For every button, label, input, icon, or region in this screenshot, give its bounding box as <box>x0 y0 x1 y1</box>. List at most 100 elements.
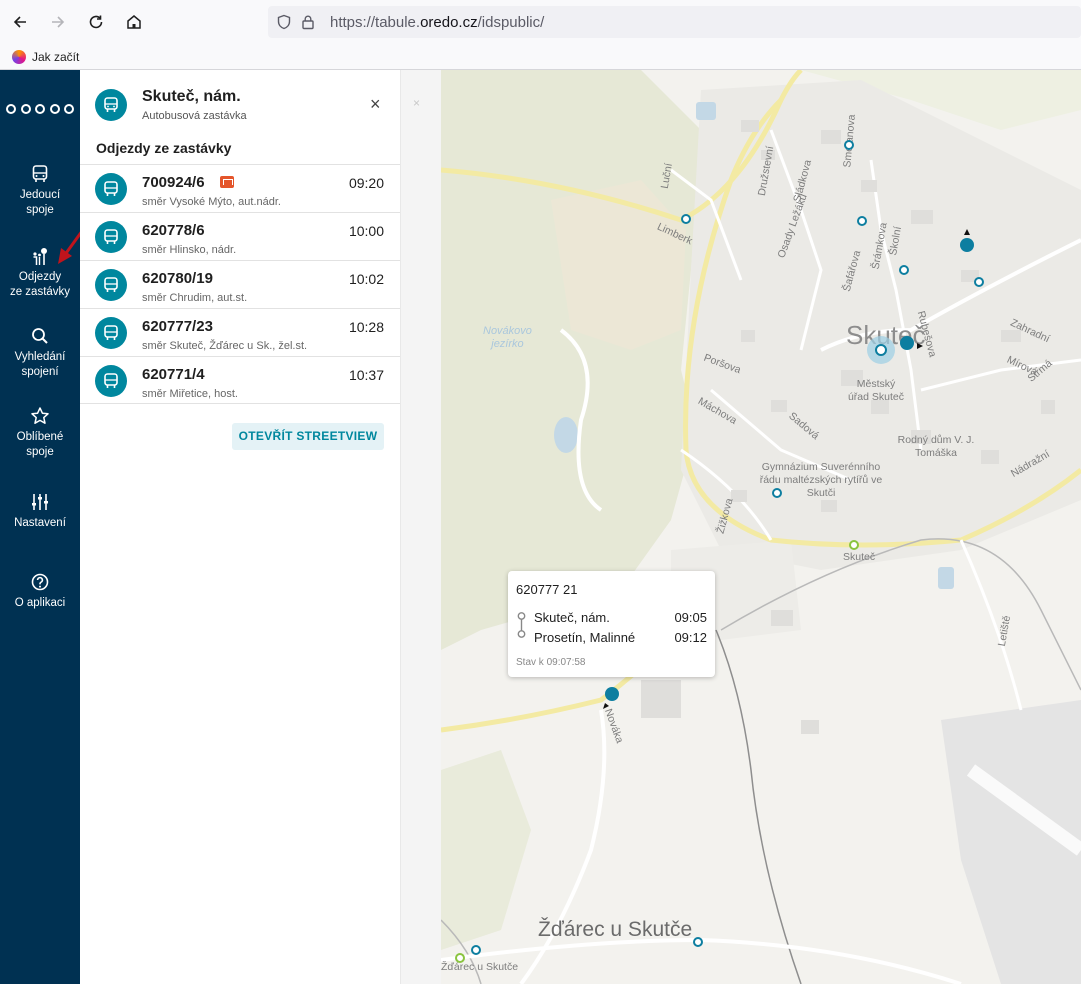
shield-icon[interactable] <box>276 14 292 30</box>
route-line-icon <box>517 612 526 638</box>
departure-row[interactable]: 620777/23 směr Skuteč, Žďárec u Sk., žel… <box>80 308 400 356</box>
forward-button[interactable] <box>40 4 76 40</box>
bus-icon <box>95 173 127 205</box>
bus-stop-marker <box>471 945 481 955</box>
url-suffix: /idspublic/ <box>477 13 545 31</box>
bus-icon <box>95 269 127 301</box>
bookmarks-bar: Jak začít <box>0 44 1081 70</box>
firefox-icon <box>12 49 26 64</box>
bus-stop-marker <box>974 277 984 287</box>
url-prefix: https://tabule. <box>330 13 421 31</box>
bus-stop-marker <box>844 140 854 150</box>
address-bar[interactable]: https://tabule.oredo.cz/idspublic/ <box>268 6 1081 38</box>
rail-item-o-aplikaci[interactable]: O aplikaci <box>0 572 80 611</box>
bookmark-jak-zacit[interactable]: Jak začít <box>32 50 79 64</box>
close-icon[interactable]: × <box>413 96 420 110</box>
vehicle-popup[interactable]: 620777 21 Skuteč, nám. 09:05 Prosetín, M… <box>508 571 715 677</box>
lock-icon[interactable] <box>300 14 316 30</box>
departure-direction: směr Miřetice, host. <box>142 388 238 400</box>
departure-line: 700924/6 <box>142 174 205 191</box>
reload-button[interactable] <box>78 4 114 40</box>
departure-row[interactable]: 700924/6 směr Vysoké Mýto, aut.nádr. 09:… <box>80 164 400 212</box>
browser-toolbar: https://tabule.oredo.cz/idspublic/ <box>0 0 1081 44</box>
reload-icon <box>89 15 103 29</box>
departure-line: 620777/23 <box>142 318 213 335</box>
bus-stop-marker <box>899 265 909 275</box>
vehicle-direction-arrow <box>603 703 609 709</box>
map-markers <box>455 140 984 963</box>
popup-status: Stav k 09:07:58 <box>516 657 586 668</box>
train-stop-marker <box>455 953 465 963</box>
departure-time: 10:28 <box>348 319 384 335</box>
train-connection-icon <box>220 176 234 188</box>
bus-icon <box>95 317 127 349</box>
popup-stop-time: 09:05 <box>674 610 707 625</box>
bus-stop-marker <box>681 214 691 224</box>
departure-direction: směr Hlinsko, nádr. <box>142 244 237 256</box>
close-button[interactable]: × <box>370 94 381 115</box>
rail-item-nastaveni[interactable]: Nastavení <box>0 492 80 531</box>
back-arrow-icon <box>13 16 26 28</box>
section-title: Odjezdy ze zastávky <box>96 140 232 156</box>
app-navigation-rail: Jedoucí spoje Odjezdy ze zastávky Vyhled… <box>0 70 95 984</box>
sliders-icon <box>32 494 48 510</box>
rail-item-vyhledani-spojeni[interactable]: Vyhledání spojení <box>0 326 80 380</box>
search-icon <box>32 328 48 344</box>
departure-row[interactable]: 620778/6 směr Hlinsko, nádr. 10:00 <box>80 212 400 260</box>
vehicle-direction-arrow <box>964 229 970 235</box>
bus-stop-marker <box>772 488 782 498</box>
departure-direction: směr Vysoké Mýto, aut.nádr. <box>142 196 281 208</box>
star-icon <box>31 407 49 424</box>
rail-label: ze zastávky <box>9 286 71 298</box>
url-text[interactable]: https://tabule.oredo.cz/idspublic/ <box>330 14 544 31</box>
departure-direction: směr Skuteč, Žďárec u Sk., žel.st. <box>142 340 308 352</box>
popup-stop-name: Prosetín, Malinné <box>534 630 636 645</box>
stop-sign-icon <box>33 248 47 265</box>
stop-type: Autobusová zastávka <box>142 110 247 122</box>
rail-label: O aplikaci <box>14 597 66 609</box>
stop-header: Skuteč, nám. Autobusová zastávka × <box>80 70 400 130</box>
departure-time: 10:37 <box>348 367 384 383</box>
home-icon <box>127 15 141 29</box>
departure-line: 620780/19 <box>142 270 213 287</box>
bus-stop-marker <box>693 937 703 947</box>
rail-label: Nastavení <box>14 517 66 529</box>
url-domain: oredo.cz <box>420 13 478 31</box>
open-streetview-button[interactable]: OTEVŘÍT STREETVIEW <box>232 423 384 450</box>
departures-panel: Skuteč, nám. Autobusová zastávka × Odjez… <box>80 70 400 984</box>
bus-icon <box>32 165 48 182</box>
oredo-logo[interactable] <box>6 100 74 118</box>
departure-line: 620778/6 <box>142 222 205 239</box>
rail-label: Vyhledání <box>14 351 66 363</box>
popup-title: 620777 21 <box>516 582 578 597</box>
departure-row[interactable]: 620771/4 směr Miřetice, host. 10:37 <box>80 356 400 404</box>
bus-icon <box>95 365 127 397</box>
rail-item-oblibene-spoje[interactable]: Oblíbené spoje <box>0 406 80 460</box>
stop-name: Skuteč, nám. <box>142 88 241 105</box>
selected-stop-marker <box>875 344 887 356</box>
help-icon <box>31 573 49 591</box>
rail-label: spoje <box>26 446 54 458</box>
bus-stop-marker <box>857 216 867 226</box>
departure-row[interactable]: 620780/19 směr Chrudim, aut.st. 10:02 <box>80 260 400 308</box>
rail-label: Oblíbené <box>16 431 64 443</box>
vehicle-marker-selected <box>605 687 619 701</box>
rail-label: Odjezdy <box>18 271 62 283</box>
departure-line: 620771/4 <box>142 366 205 383</box>
collapsed-panel-strip: × <box>400 70 441 984</box>
rail-label: spojení <box>21 366 59 378</box>
departure-time: 09:20 <box>348 175 384 191</box>
forward-arrow-icon <box>52 16 65 28</box>
back-button[interactable] <box>2 4 38 40</box>
vehicle-marker <box>960 238 974 252</box>
bus-icon <box>95 221 127 253</box>
bus-icon <box>95 89 127 121</box>
home-button[interactable] <box>116 4 152 40</box>
popup-stop-name: Skuteč, nám. <box>534 610 610 625</box>
departure-time: 10:02 <box>348 271 384 287</box>
departure-time: 10:00 <box>348 223 384 239</box>
popup-stop-time: 09:12 <box>674 630 707 645</box>
map[interactable]: Luční Družstevní Sládkova Osady Ležáků S… <box>441 70 1081 984</box>
rail-label: Jedoucí <box>19 189 61 201</box>
train-stop-marker <box>849 540 859 550</box>
